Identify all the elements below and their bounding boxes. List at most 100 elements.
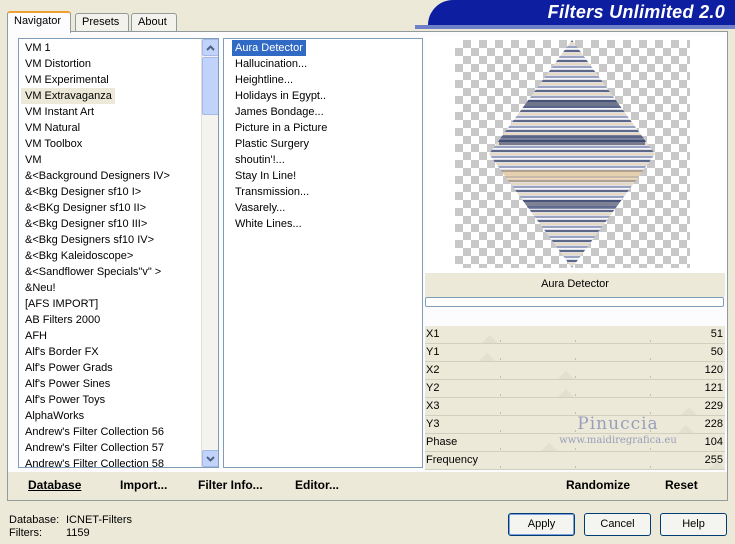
category-item[interactable]: &<Bkg Kaleidoscope> [21,250,133,262]
filter-item[interactable]: Aura Detector [232,40,306,56]
category-item[interactable]: VM Instant Art [21,106,94,118]
scroll-thumb[interactable] [202,57,218,115]
database-value: ICNET-Filters [66,514,132,526]
filter-item[interactable]: Hallucination... [232,58,307,70]
filter-item[interactable]: James Bondage... [232,106,324,118]
slider-label: X3 [426,400,440,412]
category-item[interactable]: [AFS IMPORT] [21,298,98,310]
slider-tick [500,358,501,360]
reset-button[interactable]: Reset [665,478,698,492]
slider-tick [650,376,651,378]
editor-button[interactable]: Editor... [295,478,339,492]
progress-bar [425,297,724,307]
slider-knob[interactable] [677,425,694,433]
slider-x3[interactable]: X3 229 [425,398,725,416]
filter-info-button[interactable]: Filter Info... [198,478,263,492]
category-list[interactable]: VM 1 VM Distortion VM Experimental VM Extra… [18,38,219,468]
category-item[interactable]: VM [21,154,42,166]
slider-y2[interactable]: Y2 121 [425,380,725,398]
filter-item[interactable]: Vasarely... [232,202,285,214]
category-item[interactable]: &<Bkg Designer sf10 I> [21,186,141,198]
category-item[interactable]: VM 1 [21,42,51,54]
category-item[interactable]: Andrew's Filter Collection 56 [21,426,164,438]
tab-navigator[interactable]: Navigator [7,11,71,33]
category-item[interactable]: Alf's Power Toys [21,394,105,406]
scroll-up-button[interactable] [202,39,218,56]
slider-label: Y1 [426,346,440,358]
slider-y1[interactable]: Y1 50 [425,344,725,362]
slider-value: 121 [704,382,723,394]
filter-item[interactable]: Stay In Line! [232,170,296,182]
category-item[interactable]: AlphaWorks [21,410,84,422]
app-title: Filters Unlimited 2.0 [547,2,725,22]
category-item[interactable]: Alf's Power Sines [21,378,110,390]
category-item[interactable]: Alf's Border FX [21,346,99,358]
database-button[interactable]: Database [28,478,81,492]
slider-label: Phase [426,436,458,448]
filter-item[interactable]: Plastic Surgery [232,138,309,150]
category-scrollbar[interactable] [201,39,218,467]
category-item[interactable]: VM Natural [21,122,80,134]
slider-tick [650,412,651,414]
help-button[interactable]: Help [660,513,727,536]
filter-item[interactable]: Transmission... [232,186,309,198]
slider-knob[interactable] [558,371,575,379]
tab-presets[interactable]: Presets [75,13,129,32]
randomize-button[interactable]: Randomize [566,478,630,492]
slider-knob[interactable] [558,389,575,397]
filter-items: Aura Detector Hallucination... Heightline.… [232,40,327,232]
slider-label: X2 [426,364,440,376]
slider-knob[interactable] [680,407,697,415]
filter-item[interactable]: White Lines... [232,218,302,230]
category-item[interactable]: Andrew's Filter Collection 58 [21,458,164,467]
slider-knob[interactable] [481,335,498,343]
import-button[interactable]: Import... [120,478,167,492]
filter-item[interactable]: Picture in a Picture [232,122,327,134]
slider-x1[interactable]: X1 51 [425,326,725,344]
filter-item[interactable]: Holidays in Egypt.. [232,90,326,102]
filter-list[interactable]: Aura Detector Hallucination... Heightline.… [223,38,423,468]
scroll-down-button[interactable] [202,450,218,467]
cancel-button[interactable]: Cancel [584,513,651,536]
category-item[interactable]: &<Sandflower Specials"v" > [21,266,161,278]
category-item[interactable]: VM Toolbox [21,138,82,150]
transparency-checkerboard [455,40,690,268]
slider-tick [575,376,576,378]
category-item[interactable]: Andrew's Filter Collection 57 [21,442,164,454]
filter-item[interactable]: shoutin'!... [232,154,285,166]
slider-value: 229 [704,400,723,412]
slider-tick [650,394,651,396]
slider-tick [500,394,501,396]
category-item[interactable]: &<Background Designers IV> [21,170,170,182]
slider-value: 104 [704,436,723,448]
category-item[interactable]: AB Filters 2000 [21,314,100,326]
category-item[interactable]: &<Bkg Designers sf10 IV> [21,234,154,246]
slider-knob[interactable] [478,353,495,361]
selected-filter-name: Aura Detector [425,273,725,297]
category-item[interactable]: VM Experimental [21,74,109,86]
slider-x2[interactable]: X2 120 [425,362,725,380]
category-item[interactable]: &Neu! [21,282,56,294]
category-item[interactable]: AFH [21,330,47,342]
category-item[interactable]: &<Bkg Designer sf10 III> [21,218,147,230]
slider-y3[interactable]: Y3 228 [425,416,725,434]
filter-item[interactable]: Heightline... [232,74,293,86]
slider-value: 228 [704,418,723,430]
slider-value: 120 [704,364,723,376]
tab-about[interactable]: About [131,13,177,32]
category-item[interactable]: &<BKg Designer sf10 II> [21,202,146,214]
slider-tick [500,448,501,450]
slider-knob[interactable] [709,461,725,469]
slider-knob[interactable] [541,443,558,451]
category-item[interactable]: Alf's Power Grads [21,362,113,374]
category-item[interactable]: VM Extravaganza [21,88,115,104]
slider-track[interactable] [425,469,725,470]
slider-frequency[interactable]: Frequency 255 [425,452,725,470]
slider-phase[interactable]: Phase 104 [425,434,725,452]
slider-label: Frequency [426,454,478,466]
slider-tick [575,394,576,396]
slider-value: 51 [710,328,723,340]
slider-tick [500,376,501,378]
category-item[interactable]: VM Distortion [21,58,91,70]
apply-button[interactable]: Apply [508,513,575,536]
